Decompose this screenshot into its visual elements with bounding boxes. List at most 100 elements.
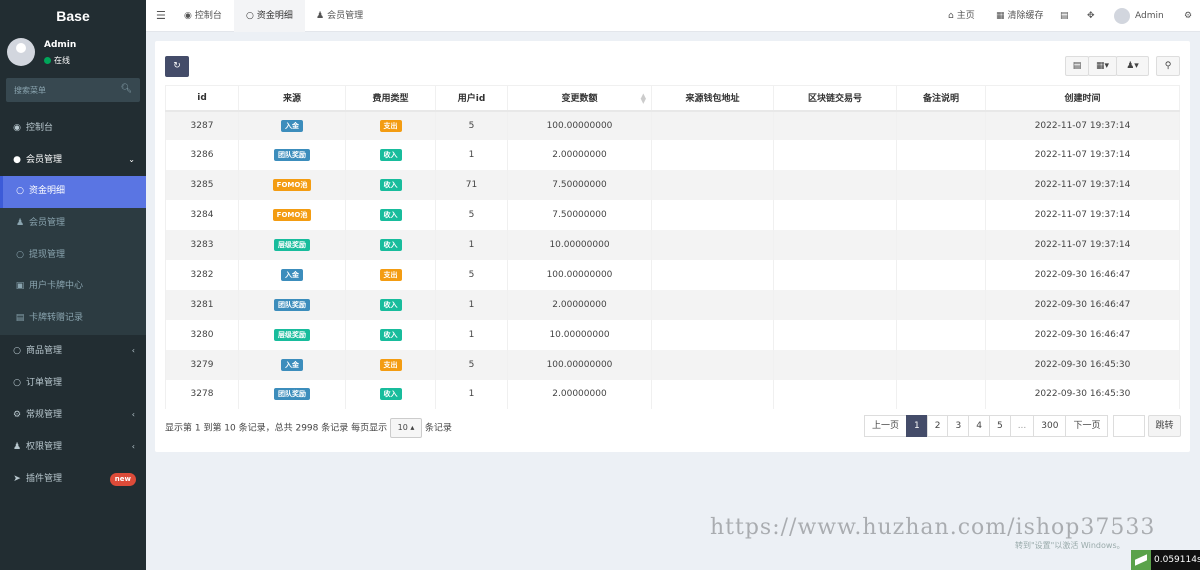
sidebar-item-label: 资金明细 [29,186,66,196]
sidebar-item-dashboard[interactable]: ◉ 控制台 [0,112,146,144]
page-1-button[interactable]: 1 [906,415,928,437]
sidebar-item-label: 会员管理 [26,155,63,165]
sidebar-item-label: 插件管理 [26,473,63,484]
cell-tx [773,230,897,260]
tab-label: 资金明细 [256,11,293,21]
tab-dashboard[interactable]: ◉ 控制台 [184,0,222,32]
cell-tx [773,319,897,350]
cell-wallet [651,200,774,231]
jump-button[interactable]: 跳转 [1148,415,1181,437]
table-row[interactable]: 3286 团队奖励 收入 1 2.00000000 2022-11-07 19:37:14 [165,140,1180,171]
sidebar-item-member-mgmt[interactable]: ● 会员管理 ⌄ [0,144,146,176]
col-user-id[interactable]: 用户id [435,85,508,112]
table-row[interactable]: 3278 团队奖励 收入 1 2.00000000 2022-09-30 16:45:30 [165,379,1180,410]
col-source[interactable]: 来源 [238,85,346,112]
toggle-view-button[interactable]: ▤ [1065,56,1089,76]
next-page-button[interactable]: 下一页 [1065,415,1109,437]
cell-type: 支出 [345,349,436,380]
tab-label: 会员管理 [327,11,364,21]
user-status: 在线 [44,55,70,66]
home-link[interactable]: ⌂ 主页 [948,0,975,32]
hamburger-menu-icon[interactable]: ☰ [156,0,166,32]
col-id[interactable]: id [165,85,239,112]
fullscreen-icon[interactable]: ✥ [1087,0,1095,32]
cell-type: 收入 [345,200,436,231]
sort-icon[interactable]: ▲ ▼ [641,93,646,105]
cell-type: 收入 [345,230,436,260]
col-note[interactable]: 备注说明 [896,85,986,112]
cell-created: 2022-09-30 16:46:47 [985,289,1180,320]
jump-page-input[interactable] [1113,415,1145,437]
table-row[interactable]: 3282 入金 支出 5 100.00000000 2022-09-30 16:46:47 [165,259,1180,290]
refresh-button[interactable]: ↻ [165,56,189,77]
sidebar-item-general[interactable]: ⚙ 常规管理 ‹ [0,399,146,431]
col-amount[interactable]: 变更数额 ▲ ▼ [507,85,652,112]
tab-fund-detail[interactable]: ○ 资金明细 [234,0,305,32]
prev-page-button[interactable]: 上一页 [864,415,908,437]
sidebar-item-member[interactable]: ♟ 会员管理 [0,208,146,240]
clear-cache-button[interactable]: ▦ 清除缓存 [996,0,1044,32]
export-dropdown-button[interactable]: ♟▾ [1116,56,1149,76]
cell-source: 入金 [238,110,346,141]
col-wallet[interactable]: 来源钱包地址 [651,85,774,112]
cell-user-id: 5 [435,259,508,290]
table-row[interactable]: 3287 入金 支出 5 100.00000000 2022-11-07 19:37:14 [165,110,1180,141]
translate-icon[interactable]: ▤ [1060,0,1069,32]
timer-badge: 0.059114s [1131,550,1200,570]
cell-wallet [651,349,774,380]
sidebar-item-orders[interactable]: ○ 订单管理 [0,367,146,399]
cell-note [896,230,986,260]
cell-note [896,379,986,410]
sidebar-item-permissions[interactable]: ♟ 权限管理 ‹ [0,431,146,463]
page-5-button[interactable]: 5 [988,415,1011,437]
page-size-select[interactable]: 10 ▴ [390,418,422,438]
table-row[interactable]: 3283 层级奖励 收入 1 10.00000000 2022-11-07 19:37:1… [165,230,1180,260]
sidebar-item-goods[interactable]: ○ 商品管理 ‹ [0,335,146,367]
cell-user-id: 1 [435,319,508,350]
user-circle-icon: ● [13,155,21,165]
sidebar-item-card-center[interactable]: ▣ 用户卡牌中心 [0,271,146,303]
cell-wallet [651,110,774,141]
cell-amount: 7.50000000 [507,200,652,231]
search-icon[interactable]: 🔍︎ [121,84,132,94]
cell-type: 收入 [345,289,436,320]
sidebar-item-plugins[interactable]: ➤ 插件管理 new [0,463,146,495]
user-icon: ♟ [15,217,25,228]
member-submenu: ○ 资金明细 ♟ 会员管理 ○ 提现管理 ▣ 用户卡牌中心 ▤ 卡牌转赠记录 [0,176,146,335]
table-row[interactable]: 3279 入金 支出 5 100.00000000 2022-09-30 16:45:30 [165,349,1180,380]
table-row[interactable]: 3281 团队奖励 收入 1 2.00000000 2022-09-30 16:46:47 [165,289,1180,320]
cell-created: 2022-11-07 19:37:14 [985,200,1180,231]
sidebar-item-withdraw[interactable]: ○ 提现管理 [0,240,146,272]
tab-member-mgmt[interactable]: ♟ 会员管理 [316,0,363,32]
cell-wallet [651,319,774,350]
settings-gears-icon[interactable]: ⚙ [1184,0,1192,32]
col-type[interactable]: 费用类型 [345,85,436,112]
cell-id: 3284 [165,200,239,231]
cell-id: 3283 [165,230,239,260]
page-3-button[interactable]: 3 [947,415,970,437]
cell-user-id: 71 [435,170,508,201]
columns-dropdown-button[interactable]: ▦▾ [1088,56,1117,76]
table-row[interactable]: 3285 FOMO池 收入 71 7.50000000 2022-11-07 19:37:… [165,170,1180,201]
app-logo[interactable]: Base [0,0,146,32]
page-2-button[interactable]: 2 [926,415,949,437]
table-header: id 来源 费用类型 用户id 变更数额 ▲ ▼ 来源钱包地址 区块链交易号 备注说… [165,85,1180,112]
page-300-button[interactable]: 300 [1033,415,1067,437]
col-created[interactable]: 创建时间 [985,85,1180,112]
search-toggle-button[interactable]: ⚲ [1156,56,1180,76]
admin-menu[interactable]: Admin [1114,0,1164,32]
source-label: 入金 [281,119,303,132]
cell-tx [773,259,897,290]
cell-type: 收入 [345,379,436,410]
content-panel: ↻ ▤ ▦▾ ♟▾ ⚲ id 来源 费用类型 用户id 变更数额 ▲ ▼ 来源钱包地… [155,41,1190,452]
table-row[interactable]: 3280 层级奖励 收入 1 10.00000000 2022-09-30 16:46:4… [165,319,1180,350]
sidebar-item-card-transfer[interactable]: ▤ 卡牌转赠记录 [0,303,146,335]
table-row[interactable]: 3284 FOMO池 收入 5 7.50000000 2022-11-07 19:37:1… [165,200,1180,231]
sidebar-item-fund-detail[interactable]: ○ 资金明细 [0,176,146,208]
cell-note [896,200,986,231]
page-4-button[interactable]: 4 [968,415,990,437]
cell-amount: 2.00000000 [507,379,652,410]
type-label: 收入 [379,209,402,222]
col-tx[interactable]: 区块链交易号 [773,85,897,112]
dashboard-icon: ◉ [13,123,21,133]
